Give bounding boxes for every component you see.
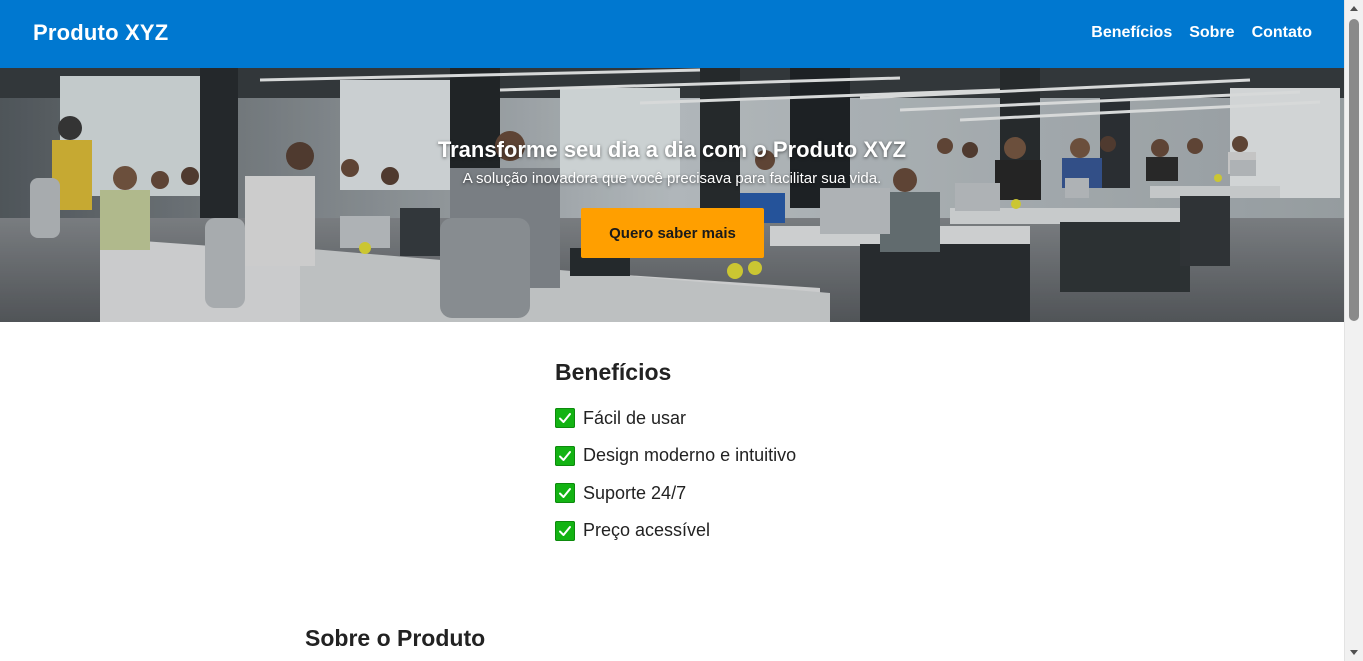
scroll-up-arrow-icon[interactable] (1350, 6, 1358, 11)
benefit-item: Fácil de usar (555, 407, 796, 429)
benefits-title: Benefícios (555, 359, 672, 385)
hero-subtitle: A solução inovadora que você precisava p… (462, 170, 882, 187)
benefit-item: Preço acessível (555, 520, 796, 542)
hero-section: Transforme seu dia a dia com o Produto X… (0, 68, 1344, 322)
nav-link-beneficios[interactable]: Benefícios (1091, 24, 1172, 42)
check-mark-icon (555, 520, 575, 541)
benefit-label: Fácil de usar (583, 407, 687, 428)
benefits-list: Fácil de usar Design moderno e intuitivo… (555, 407, 796, 557)
about-title: Sobre o Produto (305, 625, 486, 651)
check-mark-icon (555, 483, 575, 503)
hero-background-image (0, 68, 1344, 322)
benefit-item: Suporte 24/7 (555, 482, 796, 504)
nav-link-sobre[interactable]: Sobre (1189, 24, 1234, 42)
hero-title: Transforme seu dia a dia com o Produto X… (437, 137, 907, 162)
benefit-label: Preço acessível (583, 520, 711, 540)
cta-button[interactable]: Quero saber mais (581, 208, 764, 258)
brand-logo[interactable]: Produto XYZ (33, 20, 168, 46)
check-mark-icon (555, 408, 575, 428)
scroll-down-arrow-icon[interactable] (1350, 650, 1358, 655)
vertical-scrollbar[interactable] (1344, 0, 1363, 661)
benefit-label: Design moderno e intuitivo (583, 445, 797, 465)
benefit-label: Suporte 24/7 (583, 482, 687, 503)
check-mark-icon (555, 445, 575, 466)
scrollbar-thumb[interactable] (1349, 19, 1359, 321)
nav-link-contato[interactable]: Contato (1252, 24, 1312, 42)
site-header: Produto XYZ Benefícios Sobre Contato (0, 0, 1344, 68)
benefit-item: Design moderno e intuitivo (555, 445, 796, 467)
page: Produto XYZ Benefícios Sobre Contato Tra… (0, 0, 1344, 661)
main-nav: Benefícios Sobre Contato (1091, 24, 1312, 42)
